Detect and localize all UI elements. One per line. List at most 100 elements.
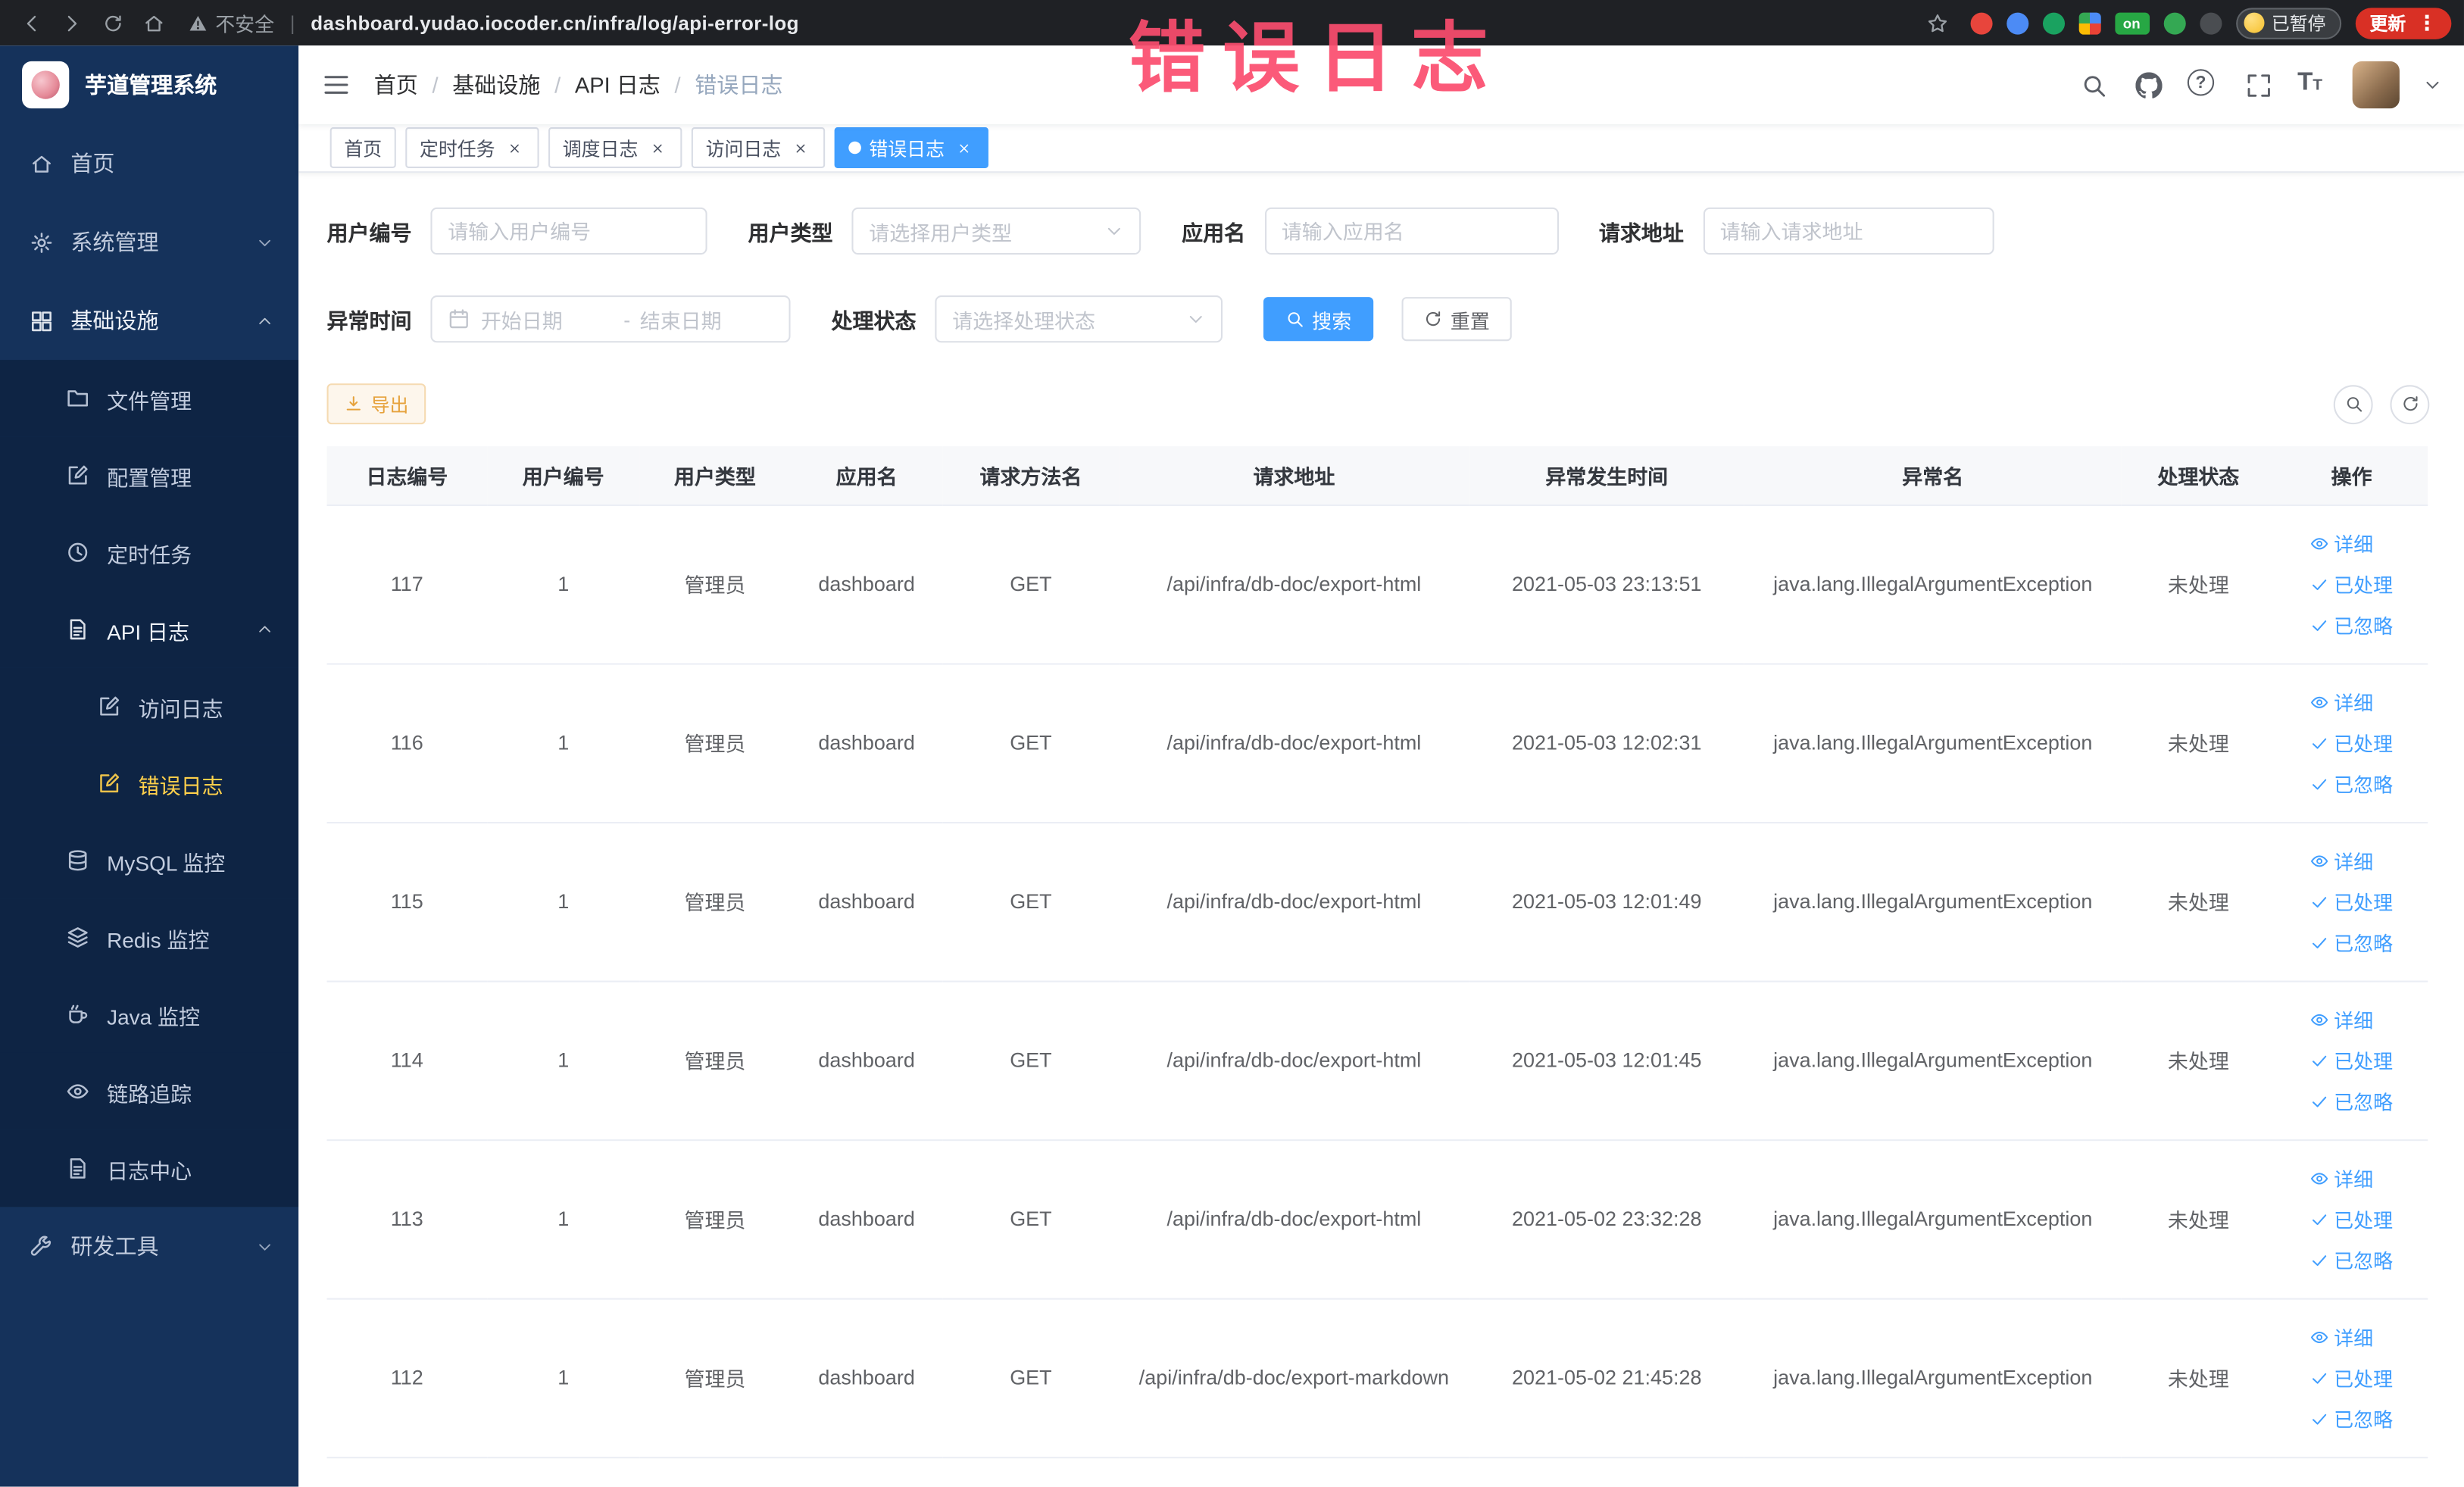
column-header: 请求方法名	[942, 446, 1120, 505]
table-cell: /api/infra/db-doc/export-html	[1119, 822, 1469, 982]
forward-icon[interactable]	[54, 5, 92, 40]
reload-icon[interactable]	[94, 5, 132, 40]
close-icon[interactable]	[504, 138, 525, 158]
bookmark-star-icon[interactable]	[1918, 5, 1956, 40]
refresh-button[interactable]	[2390, 384, 2430, 424]
eye-icon	[2310, 851, 2329, 870]
sidebar-item-system[interactable]: 系统管理	[0, 203, 298, 282]
sidebar-item-trace[interactable]: 链路追踪	[0, 1052, 299, 1130]
sidebar-item-infra[interactable]: 基础设施	[0, 281, 298, 360]
ignored-link[interactable]: 已忽略	[2310, 610, 2393, 639]
help-icon[interactable]: ?	[2187, 69, 2219, 100]
chevron-down-icon	[1186, 310, 1205, 329]
sidebar-item-access-log[interactable]: 访问日志	[0, 667, 299, 745]
sidebar-item-api-log[interactable]: API 日志	[0, 591, 299, 668]
extension-icon-blue[interactable]	[2006, 11, 2028, 34]
detail-link[interactable]: 详细	[2310, 528, 2373, 558]
detail-link[interactable]: 详细	[2310, 1322, 2373, 1351]
close-icon[interactable]	[648, 138, 668, 158]
start-date-placeholder: 开始日期	[480, 308, 563, 333]
sidebar-item-log-center[interactable]: 日志中心	[0, 1129, 299, 1207]
address-bar[interactable]: 不安全 | dashboard.yudao.iocoder.cn/infra/l…	[189, 8, 1915, 37]
user-id-input[interactable]	[430, 207, 707, 255]
toggle-search-button[interactable]	[2333, 384, 2373, 424]
extension-icon-green[interactable]	[2041, 11, 2064, 34]
folder-icon	[66, 386, 89, 410]
security-indicator[interactable]: 不安全	[189, 8, 274, 37]
avatar[interactable]	[2352, 61, 2400, 109]
paused-badge[interactable]: 已暂停	[2235, 7, 2342, 39]
breadcrumb-item[interactable]: 基础设施	[452, 69, 540, 100]
sidebar-item-java[interactable]: Java 监控	[0, 976, 299, 1053]
ignored-link[interactable]: 已忽略	[2310, 927, 2393, 957]
sidebar-item-job[interactable]: 定时任务	[0, 514, 299, 592]
tab-tag[interactable]: 错误日志	[834, 127, 989, 168]
breadcrumb-item: 错误日志	[695, 72, 783, 98]
detail-link[interactable]: 详细	[2310, 845, 2373, 875]
tab-tag[interactable]: 定时任务	[405, 127, 539, 168]
tab-tag[interactable]: 调度日志	[548, 127, 682, 168]
app-logo[interactable]: 芋道管理系统	[0, 45, 298, 124]
extension-icon-grid[interactable]	[2078, 11, 2100, 34]
check-icon	[2310, 615, 2329, 634]
reset-button[interactable]: 重置	[1401, 297, 1512, 342]
detail-link[interactable]: 详细	[2310, 1004, 2373, 1034]
search-button[interactable]: 搜索	[1263, 297, 1374, 342]
table-cell: /api/infra/db-doc/export-markdown	[1119, 1298, 1469, 1458]
tab-tag[interactable]: 首页	[329, 127, 396, 168]
kebab-menu-icon[interactable]: ⋮	[2417, 13, 2437, 33]
search-icon[interactable]	[2078, 69, 2109, 100]
tab-tag[interactable]: 访问日志	[691, 127, 826, 168]
sidebar-item-config[interactable]: 配置管理	[0, 436, 299, 514]
processed-link[interactable]: 已处理	[2310, 1204, 2393, 1233]
ignored-link[interactable]: 已忽略	[2310, 768, 2393, 798]
table-cell: GET	[942, 1298, 1120, 1458]
font-size-icon[interactable]: TT	[2297, 69, 2328, 100]
browser-home-icon[interactable]	[135, 5, 173, 40]
close-icon[interactable]	[791, 138, 811, 158]
search-icon	[1285, 310, 1304, 329]
extension-icon-dark[interactable]	[2199, 11, 2222, 34]
actions-cell: 详细 已处理 已忽略	[2275, 663, 2428, 823]
processed-link[interactable]: 已处理	[2310, 1363, 2393, 1392]
ignored-link[interactable]: 已忽略	[2310, 1404, 2393, 1433]
close-icon[interactable]	[954, 138, 974, 158]
exception-time-range-picker[interactable]: 开始日期 - 结束日期	[430, 295, 791, 343]
table-cell: 管理员	[639, 980, 791, 1141]
processed-link[interactable]: 已处理	[2310, 728, 2393, 758]
update-button[interactable]: 更新 ⋮	[2355, 7, 2452, 39]
breadcrumb-item[interactable]: API 日志	[575, 69, 661, 100]
back-icon[interactable]	[13, 5, 51, 40]
detail-link[interactable]: 详细	[2310, 1163, 2373, 1192]
table-cell: 2021-05-03 12:01:49	[1469, 822, 1744, 982]
sidebar-item-dev-tools[interactable]: 研发工具	[0, 1207, 298, 1286]
processed-link[interactable]: 已处理	[2310, 886, 2393, 916]
breadcrumb-item[interactable]: 首页	[374, 69, 418, 100]
hamburger-button[interactable]	[298, 45, 374, 124]
detail-link[interactable]: 详细	[2310, 687, 2373, 717]
app-name-input[interactable]	[1264, 207, 1558, 255]
process-status-select[interactable]: 请选择处理状态	[935, 295, 1223, 343]
actions-cell: 详细 已处理 已忽略	[2275, 1298, 2428, 1458]
export-button[interactable]: 导出	[326, 383, 426, 425]
extension-icon-leaf[interactable]	[2163, 11, 2185, 34]
chevron-down-icon[interactable]	[2423, 76, 2442, 95]
extension-on-badge[interactable]: on	[2114, 11, 2150, 34]
table-cell: 114	[326, 980, 488, 1141]
table-cell: java.lang.IllegalArgumentException	[1744, 1298, 2122, 1458]
processed-link[interactable]: 已处理	[2310, 569, 2393, 598]
request-url-input[interactable]	[1702, 207, 1994, 255]
processed-link[interactable]: 已处理	[2310, 1045, 2393, 1075]
sidebar-item-mysql[interactable]: MySQL 监控	[0, 822, 299, 899]
extension-icon-red[interactable]	[1969, 11, 1992, 34]
sidebar-item-home[interactable]: 首页	[0, 124, 298, 203]
ignored-link[interactable]: 已忽略	[2310, 1086, 2393, 1116]
sidebar-item-redis[interactable]: Redis 监控	[0, 898, 299, 976]
sidebar-item-error-log[interactable]: 错误日志	[0, 745, 299, 823]
tab-label: 访问日志	[705, 137, 782, 160]
user-type-select[interactable]: 请选择用户类型	[851, 207, 1141, 255]
fullscreen-icon[interactable]	[2242, 69, 2273, 100]
sidebar-item-file[interactable]: 文件管理	[0, 360, 299, 437]
ignored-link[interactable]: 已忽略	[2310, 1245, 2393, 1274]
github-icon[interactable]	[2132, 69, 2163, 100]
